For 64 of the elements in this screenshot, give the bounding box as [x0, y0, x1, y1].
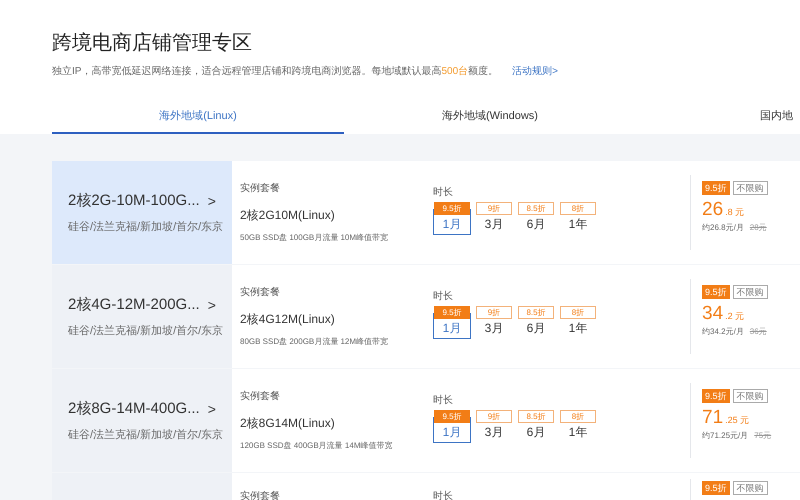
package-specs: 50GB SSD盘 100GB月流量 10M峰值带宽 [240, 232, 390, 244]
package-specs: 120GB SSD盘 400GB月流量 14M峰值带宽 [240, 440, 394, 452]
plan-regions: 硅谷/法兰克福/新加坡/首尔/东京 [68, 428, 224, 442]
plan-regions: 硅谷/法兰克福/新加坡/首尔/东京 [68, 324, 224, 338]
plan-selector[interactable]: 2核8G-14M-400G... > 硅谷/法兰克福/新加坡/首尔/东京 [52, 369, 232, 472]
discount-badge: 9.5折 [702, 285, 730, 299]
plan-selector[interactable]: 2核4G-12M-200G... > 硅谷/法兰克福/新加坡/首尔/东京 [52, 265, 232, 368]
duration-label: 时长 [433, 290, 454, 304]
description: 独立IP，高带宽低延迟网络连接，适合远程管理店铺和跨境电商浏览器。每地域默认最高500台额度。 [52, 64, 498, 79]
discount-badge: 9.5折 [702, 481, 730, 495]
discount-badge: 9.5折 [702, 181, 730, 195]
chevron-icon: > [208, 190, 216, 212]
plan-name: 2核2G-10M-100G... [68, 191, 200, 211]
discount-tag: 8.5折 [518, 202, 554, 215]
package-specs: 80GB SSD盘 200GB月流量 12M峰值带宽 [240, 336, 390, 348]
package-name: 2核2G10M(Linux) [240, 207, 336, 224]
package-label: 实例套餐 [240, 390, 281, 404]
discount-tag: 8折 [560, 410, 596, 423]
discount-tag: 8.5折 [518, 410, 554, 423]
original-price: 75元 [754, 430, 772, 442]
limit-tag: 不限购 [732, 285, 768, 299]
duration-label: 时长 [433, 186, 454, 200]
price-decimal: .2 元 [725, 310, 744, 323]
package-label: 实例套餐 [240, 182, 281, 196]
original-price: 36元 [750, 326, 767, 338]
chevron-icon: > [208, 398, 216, 420]
package-name: 2核8G14M(Linux) [240, 415, 336, 432]
price-decimal: .25 元 [725, 414, 750, 427]
package-label: 实例套餐 [240, 491, 280, 500]
limit-tag: 不限购 [732, 181, 768, 195]
duration-label: 时长 [433, 491, 453, 500]
price-decimal: .8 元 [725, 206, 744, 219]
discount-tag: 9.5折 [434, 410, 470, 423]
limit-tag: 不限购 [732, 389, 768, 403]
page-title: 跨境电商店铺管理专区 [52, 31, 253, 56]
discount-tag: 8折 [560, 202, 596, 215]
discount-tag: 9.5折 [434, 202, 470, 215]
price: 71 [702, 407, 724, 429]
monthly-price: 约71.25元/月 [702, 430, 748, 442]
discount-tag: 9折 [476, 410, 512, 423]
discount-badge: 9.5折 [702, 389, 730, 403]
plan-name: 2核8G-14M-400G... [68, 399, 200, 419]
price: 34 [702, 303, 724, 325]
plan-selector[interactable]: 2核2G-10M-100G... > 硅谷/法兰克福/新加坡/首尔/东京 [52, 161, 232, 264]
region-tab[interactable]: 国内地 [636, 100, 800, 134]
price: 26 [702, 199, 724, 221]
original-price: 28元 [750, 222, 767, 234]
monthly-price: 约34.2元/月 [702, 326, 744, 338]
package-name: 2核4G12M(Linux) [240, 311, 336, 328]
discount-tag: 9.5折 [434, 306, 470, 319]
chevron-icon: > [208, 294, 216, 316]
monthly-price: 约26.8元/月 [702, 222, 744, 234]
plan-regions: 硅谷/法兰克福/新加坡/首尔/东京 [68, 220, 224, 234]
discount-tag: 8.5折 [518, 306, 554, 319]
region-tab[interactable]: 海外地域(Linux) [52, 100, 344, 134]
region-tab[interactable]: 海外地域(Windows) [344, 100, 636, 134]
rules-link[interactable]: 活动规则> [512, 64, 558, 79]
limit-tag: 不限购 [732, 481, 768, 495]
plan-name: 2核4G-12M-200G... [68, 295, 200, 315]
discount-tag: 9折 [476, 306, 512, 319]
discount-tag: 9折 [476, 202, 512, 215]
duration-label: 时长 [433, 394, 454, 408]
package-label: 实例套餐 [240, 286, 281, 300]
discount-tag: 8折 [560, 306, 596, 319]
